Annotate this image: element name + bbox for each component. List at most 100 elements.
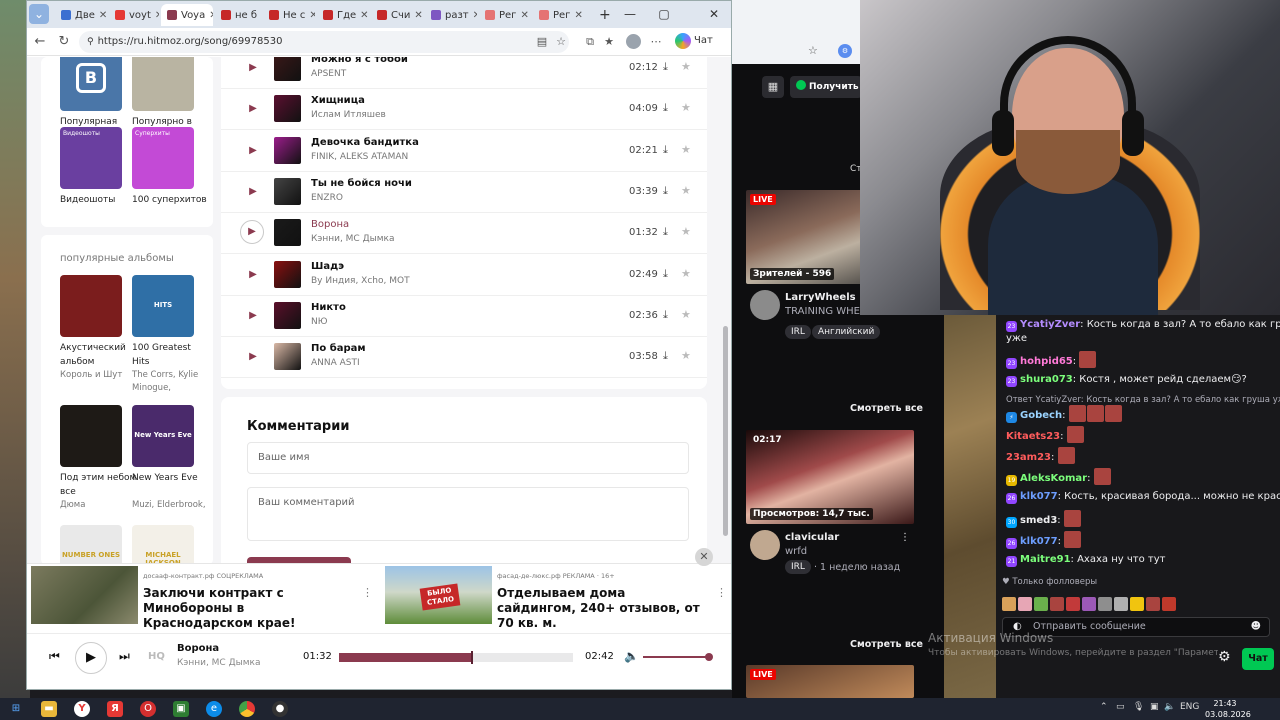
start-icon[interactable]: ⊞ bbox=[8, 701, 24, 717]
chat-button[interactable]: Чат bbox=[694, 35, 713, 46]
comment-text-field[interactable]: Ваш комментарий bbox=[247, 487, 689, 541]
tab[interactable]: не б✕ bbox=[215, 4, 261, 26]
superhits-cover[interactable]: Суперхиты bbox=[132, 127, 194, 189]
channel-name[interactable]: clavicular bbox=[785, 532, 839, 543]
tab[interactable]: voyt ✕ bbox=[109, 4, 159, 26]
close-window-button[interactable]: ✕ bbox=[699, 4, 729, 24]
track-row[interactable]: ▶ По барам ANNA ASTI 03:58 ⤓ ★ bbox=[221, 337, 707, 379]
play-icon[interactable]: ▶ bbox=[243, 265, 263, 285]
tag[interactable]: IRL bbox=[785, 560, 811, 574]
hq-toggle[interactable]: HQ bbox=[148, 651, 165, 662]
next-track-icon[interactable]: ⏭ bbox=[119, 649, 130, 664]
track-artist[interactable]: FINIK, ALEKS ATAMAN bbox=[311, 152, 408, 162]
tab[interactable]: Две ✕ bbox=[55, 4, 107, 26]
yandex-browser-icon[interactable]: Y bbox=[74, 701, 90, 717]
emote-image[interactable] bbox=[1034, 597, 1048, 611]
more-options-icon[interactable]: ⋮ bbox=[900, 532, 910, 543]
tab[interactable]: Где ✕ bbox=[317, 4, 369, 26]
progress-bar[interactable] bbox=[339, 651, 573, 664]
network-icon[interactable]: ▭ bbox=[1116, 702, 1125, 712]
favorites-icon[interactable]: ★ bbox=[601, 34, 617, 50]
sub-badge[interactable]: 26 bbox=[1006, 538, 1017, 549]
get-button[interactable]: Получить bbox=[790, 76, 862, 98]
sub-badge[interactable]: ⚡ bbox=[1006, 412, 1017, 423]
chat-username[interactable]: Maitre91 bbox=[1020, 554, 1071, 565]
url-field[interactable]: ⚲ https://ru.hitmoz.org/song/69978530 bbox=[79, 31, 569, 53]
chat-username[interactable]: smed3 bbox=[1020, 515, 1057, 526]
tab-close-icon[interactable]: ✕ bbox=[155, 10, 159, 21]
track-title[interactable]: Хищница bbox=[311, 95, 365, 106]
videoshots-cover[interactable]: Видеошоты bbox=[60, 127, 122, 189]
reload-icon[interactable]: ↻ bbox=[55, 33, 73, 51]
chrome-icon[interactable] bbox=[239, 701, 255, 717]
tab[interactable]: Voya✕ bbox=[161, 4, 213, 26]
track-artist[interactable]: NЮ bbox=[311, 317, 327, 327]
tag[interactable]: Английский bbox=[812, 325, 881, 339]
minimize-button[interactable]: — bbox=[615, 4, 645, 24]
play-icon[interactable]: ▶ bbox=[243, 141, 263, 161]
tab[interactable]: Счи ✕ bbox=[371, 4, 423, 26]
favorite-star-icon[interactable]: ★ bbox=[681, 349, 691, 362]
play-icon[interactable]: ▶ bbox=[240, 220, 264, 245]
moscow-photo[interactable] bbox=[132, 57, 194, 111]
extension-icon[interactable]: ⚙ bbox=[838, 44, 852, 58]
tile-label[interactable]: Видеошоты bbox=[60, 193, 138, 207]
edge-icon[interactable]: e bbox=[206, 701, 222, 717]
track-row[interactable]: ▶ Девочка бандитка FINIK, ALEKS ATAMAN 02:2… bbox=[221, 131, 707, 172]
profile-avatar[interactable] bbox=[626, 34, 641, 49]
emote-image[interactable] bbox=[1018, 597, 1032, 611]
tab-close-icon[interactable]: ✕ bbox=[520, 10, 528, 21]
track-row[interactable]: ▶ Никто NЮ 02:36 ⤓ ★ bbox=[221, 296, 707, 337]
emote-image[interactable] bbox=[1066, 597, 1080, 611]
chat-username[interactable]: Gobech bbox=[1020, 410, 1062, 421]
sub-badge[interactable]: 19 bbox=[1006, 475, 1017, 486]
album-title[interactable]: Акустический альбом bbox=[60, 341, 138, 369]
track-title[interactable]: Ворона bbox=[311, 219, 349, 230]
avatar[interactable] bbox=[750, 530, 780, 560]
play-icon[interactable]: ▶ bbox=[75, 642, 107, 674]
ad-more-icon[interactable]: ⋮ bbox=[362, 586, 373, 599]
close-ads-icon[interactable]: ✕ bbox=[695, 548, 713, 566]
download-icon[interactable]: ⤓ bbox=[663, 349, 668, 363]
sub-badge[interactable]: 21 bbox=[1006, 556, 1017, 567]
emoji-icon[interactable]: ☻ bbox=[1251, 618, 1261, 636]
chat-username[interactable]: shura073 bbox=[1020, 374, 1073, 385]
obs-icon[interactable]: ● bbox=[272, 701, 288, 717]
track-title[interactable]: По барам bbox=[311, 343, 366, 354]
chat-username[interactable]: hohpid65 bbox=[1020, 356, 1073, 367]
see-all-link[interactable]: Смотреть все bbox=[850, 403, 923, 414]
play-icon[interactable]: ▶ bbox=[243, 99, 263, 119]
reader-mode-icon[interactable]: ▤ bbox=[534, 34, 550, 50]
emote-image[interactable] bbox=[1146, 597, 1160, 611]
gear-icon[interactable]: ⚙ bbox=[1218, 649, 1231, 665]
chat-username[interactable]: 23am23 bbox=[1006, 452, 1051, 463]
send-chat-button[interactable]: Чат bbox=[1242, 648, 1274, 670]
avatar[interactable] bbox=[750, 290, 780, 320]
tab-close-icon[interactable]: ✕ bbox=[414, 10, 422, 21]
favorite-star-icon[interactable]: ★ bbox=[681, 60, 691, 73]
yandex-icon[interactable]: Я bbox=[107, 701, 123, 717]
track-row[interactable]: ▶ Можно я с тобой APSENT 02:12 ⤓ ★ bbox=[221, 57, 707, 89]
track-row[interactable]: ▶ Хищница Ислам Итляшев 04:09 ⤓ ★ bbox=[221, 89, 707, 131]
tab[interactable]: Рег ✕ bbox=[479, 4, 531, 26]
ad-title[interactable]: Заключи контракт с Минобороны в Краснода… bbox=[143, 586, 353, 631]
download-icon[interactable]: ⤓ bbox=[663, 267, 668, 281]
emote-image[interactable] bbox=[1050, 597, 1064, 611]
favorite-star-icon[interactable]: ★ bbox=[681, 267, 691, 280]
track-title[interactable]: Шадэ bbox=[311, 261, 344, 272]
channel-name[interactable]: LarryWheels bbox=[785, 292, 856, 303]
track-artist[interactable]: ANNA ASTI bbox=[311, 358, 360, 368]
tab-close-icon[interactable]: ✕ bbox=[309, 10, 315, 21]
opera-icon[interactable]: O bbox=[140, 701, 156, 717]
tray-overflow-icon[interactable]: ⌃ bbox=[1100, 702, 1108, 712]
download-icon[interactable]: ⤓ bbox=[663, 143, 668, 157]
tab-list-button[interactable]: ⌄ bbox=[29, 4, 49, 24]
chat-username[interactable]: AleksKomar bbox=[1020, 473, 1087, 484]
maximize-button[interactable]: ▢ bbox=[649, 4, 679, 24]
emote-image[interactable] bbox=[1082, 597, 1096, 611]
favorite-star-icon[interactable]: ☆ bbox=[808, 44, 818, 57]
tile-label[interactable]: 100 суперхитов bbox=[132, 193, 210, 207]
volume-icon[interactable]: 🔈 bbox=[624, 649, 639, 663]
track-row[interactable]: ▶ Ты не бойся ночи ENZRO 03:39 ⤓ ★ bbox=[221, 172, 707, 213]
album-cover[interactable] bbox=[60, 405, 122, 467]
